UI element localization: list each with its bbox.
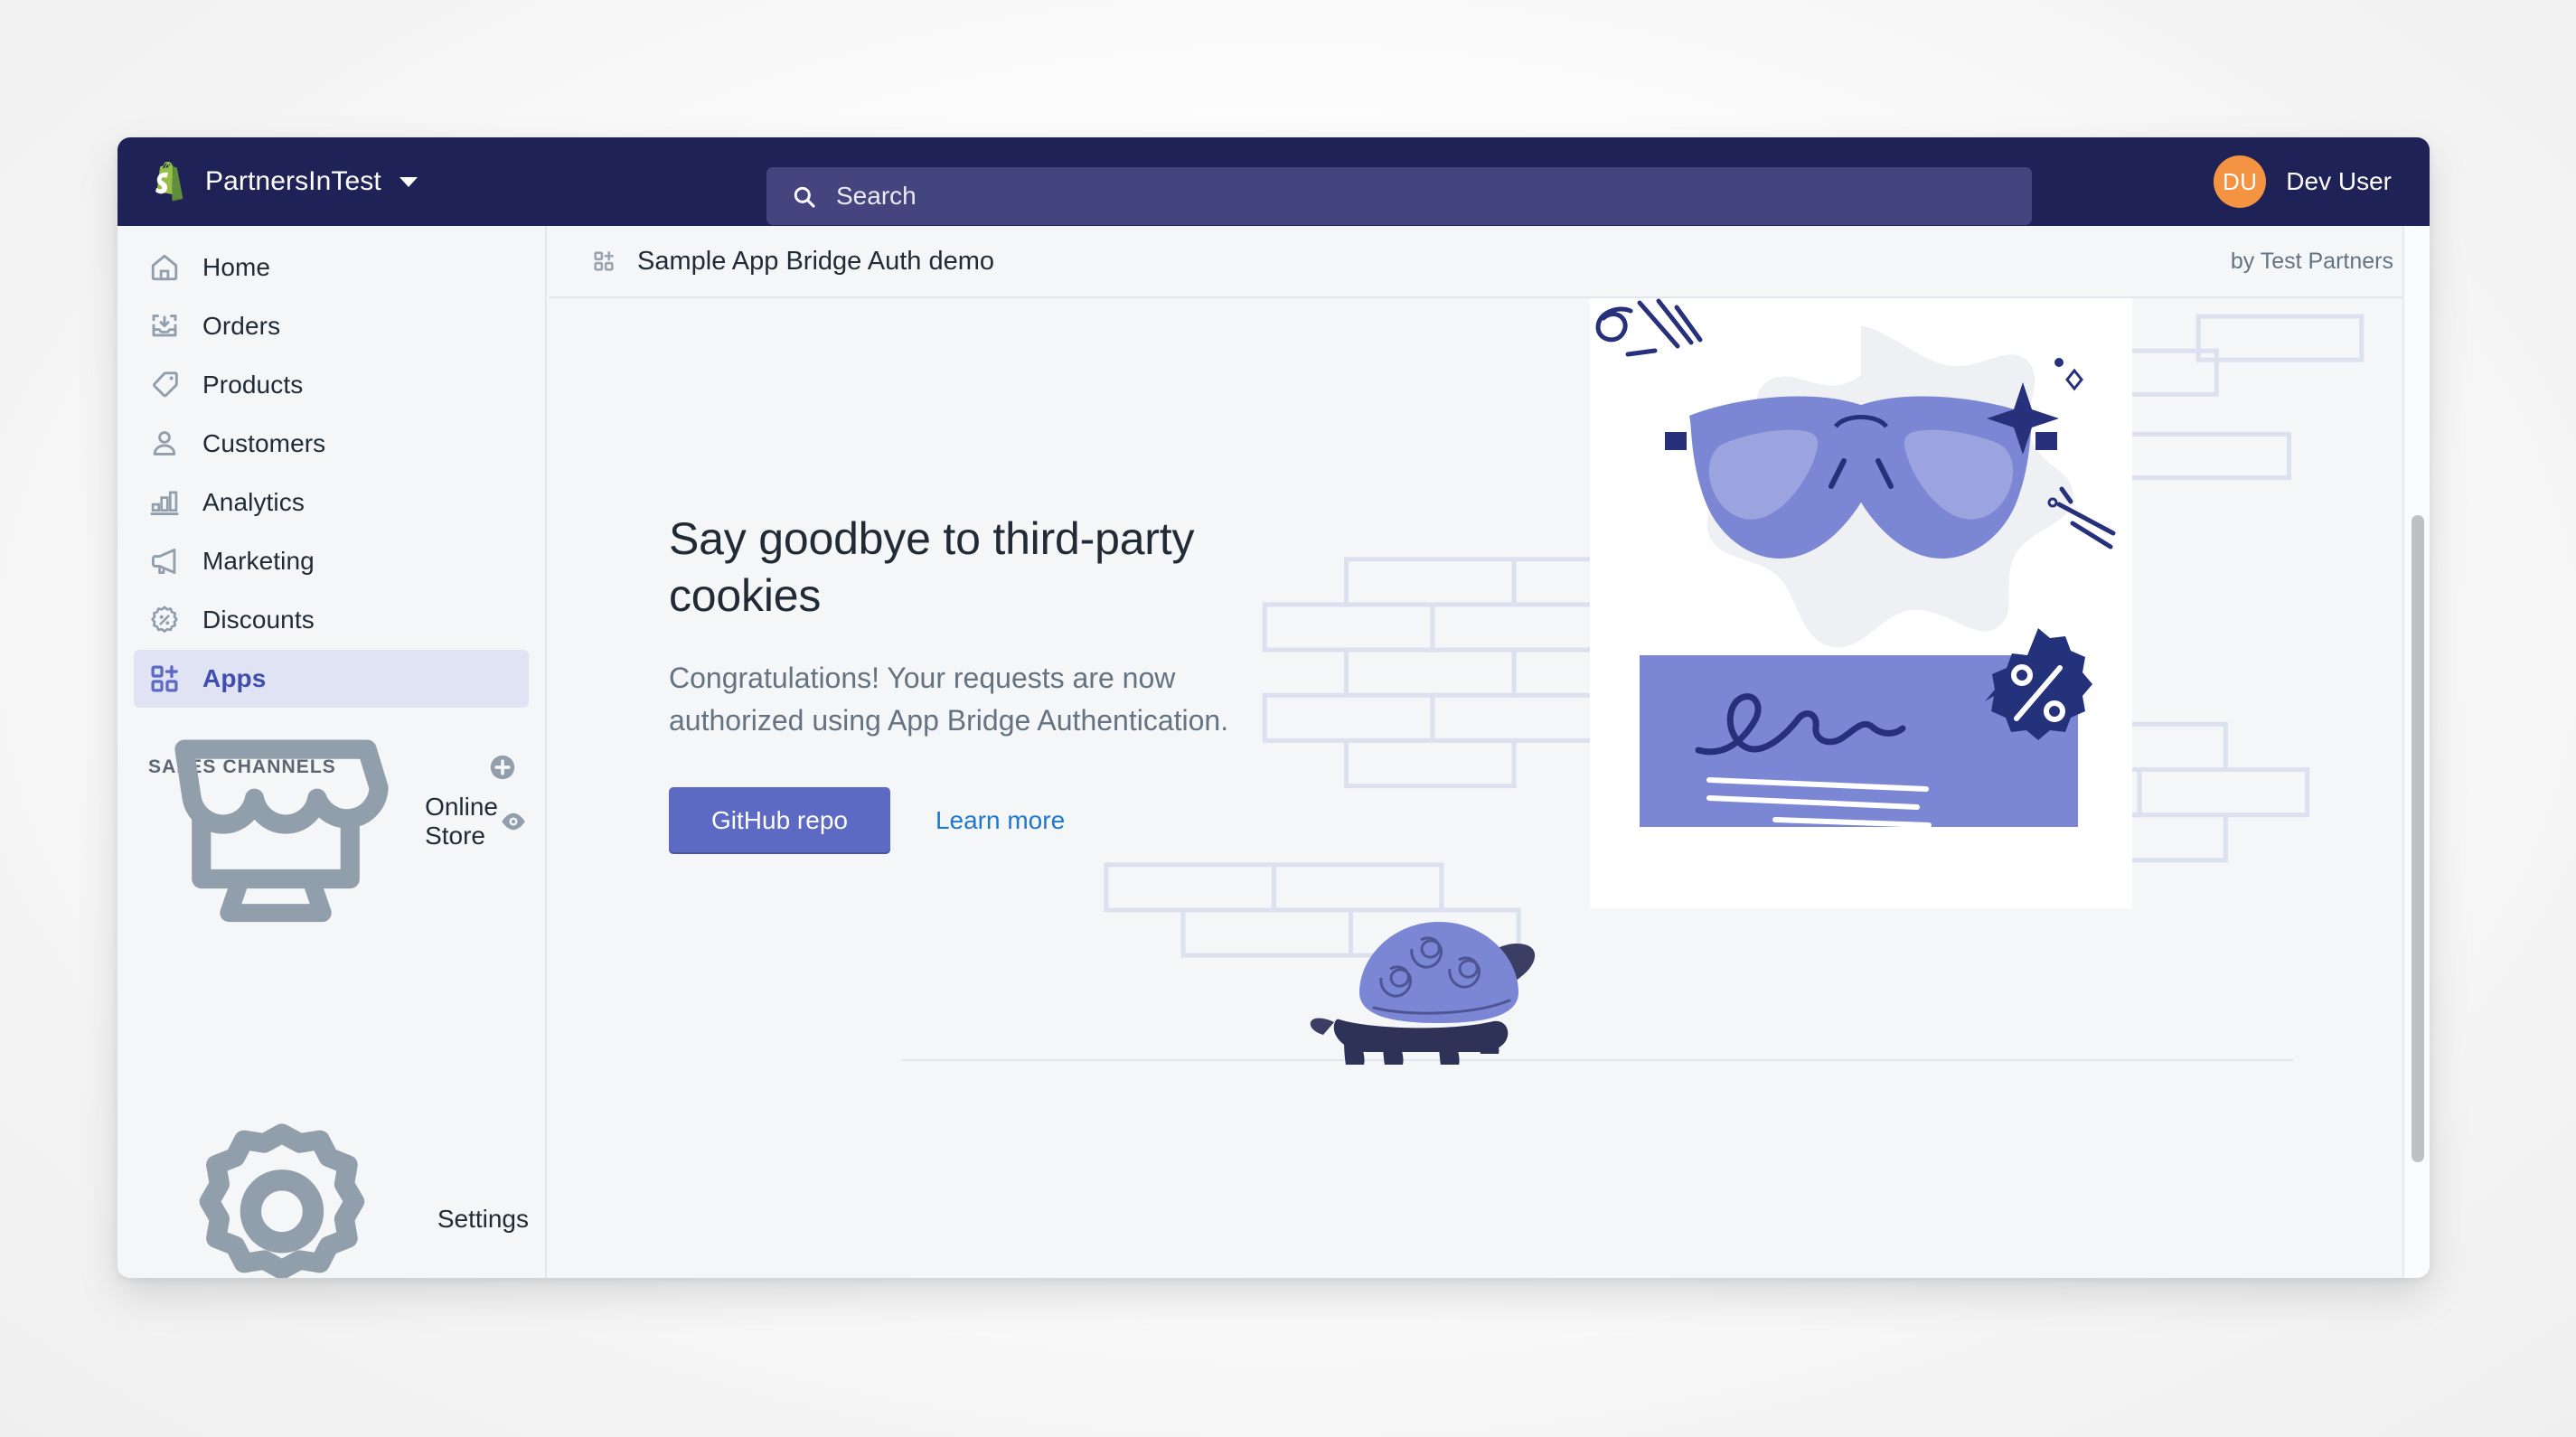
shopify-admin-window: PartnersInTest Search DU Dev User Home O… [118,137,2430,1278]
vertical-scrollbar[interactable] [2402,226,2430,1278]
shopify-bag-icon [155,162,183,202]
sidebar-item-label: Customers [202,429,326,457]
ground-line [901,1059,2293,1061]
sidebar-item-analytics[interactable]: Analytics [134,474,529,531]
sidebar-item-orders[interactable]: Orders [134,297,529,355]
sidebar-item-marketing[interactable]: Marketing [134,532,529,590]
sidebar-item-customers[interactable]: Customers [134,415,529,473]
user-name: Dev User [2286,167,2392,195]
apps-grid-plus-icon [151,665,178,692]
sidebar-item-label: Analytics [202,488,305,516]
discount-percent-icon [151,606,178,633]
view-eye-icon[interactable] [498,806,529,837]
orders-inbox-icon [152,315,177,337]
top-bar: PartnersInTest Search DU Dev User [118,137,2430,226]
marketing-megaphone-icon [151,548,176,575]
app-canvas: Say goodbye to third-party cookies Congr… [549,298,2430,1278]
github-repo-button[interactable]: GitHub repo [669,787,890,855]
sunglasses-and-turtle-illustration [1595,298,2116,828]
turtle-icon [1310,922,1536,1065]
learn-more-link[interactable]: Learn more [935,806,1065,835]
search-placeholder: Search [836,182,917,210]
content-area: Sample App Bridge Auth demo by Test Part… [549,226,2430,1278]
sidebar-item-label: Products [202,371,304,399]
sidebar-item-discounts[interactable]: Discounts [134,591,529,649]
sidebar-item-online-store[interactable]: Online Store [134,739,529,923]
scrollbar-thumb[interactable] [2411,515,2424,1162]
sidebar-item-settings[interactable]: Settings [134,1123,529,1278]
app-copy-block: Say goodbye to third-party cookies Congr… [669,511,1247,855]
apps-grid-plus-icon [594,251,614,271]
app-author: by Test Partners [2230,248,2393,274]
customer-person-icon [153,431,176,456]
sidebar-item-home[interactable]: Home [134,239,529,296]
user-menu[interactable]: DU Dev User [2214,137,2392,226]
sidebar-item-label: Discounts [202,606,315,634]
sidebar-item-label: Settings [437,1205,529,1233]
product-tag-icon [153,371,178,398]
store-switcher[interactable]: PartnersInTest [118,162,547,202]
page-title: Sample App Bridge Auth demo [637,246,994,276]
sidebar-item-products[interactable]: Products [134,356,529,414]
sidebar-item-label: Home [202,253,271,281]
search-icon [794,186,815,208]
avatar: DU [2214,155,2267,208]
sidebar-nav: Home Orders Products Customers Analytics… [118,226,545,709]
home-icon [151,254,178,281]
sidebar: Home Orders Products Customers Analytics… [118,226,547,1278]
chevron-down-icon[interactable] [399,176,418,187]
sidebar-item-label: Apps [202,664,267,692]
sidebar-item-label: Online Store [425,793,498,850]
add-circle-icon[interactable] [487,752,518,783]
analytics-bar-chart-icon [150,491,179,516]
sidebar-item-label: Marketing [202,547,315,575]
sidebar-item-apps[interactable]: Apps [134,650,529,708]
gear-icon [199,1123,365,1278]
app-header: Sample App Bridge Auth demo by Test Part… [549,226,2430,298]
sidebar-item-label: Orders [202,312,281,340]
cta-row: GitHub repo Learn more [669,787,1247,855]
body-text: Congratulations! Your requests are now a… [669,662,1229,737]
search-input[interactable]: Search [766,167,2032,225]
headline: Say goodbye to third-party cookies [669,513,1195,621]
store-name: PartnersInTest [205,166,381,196]
